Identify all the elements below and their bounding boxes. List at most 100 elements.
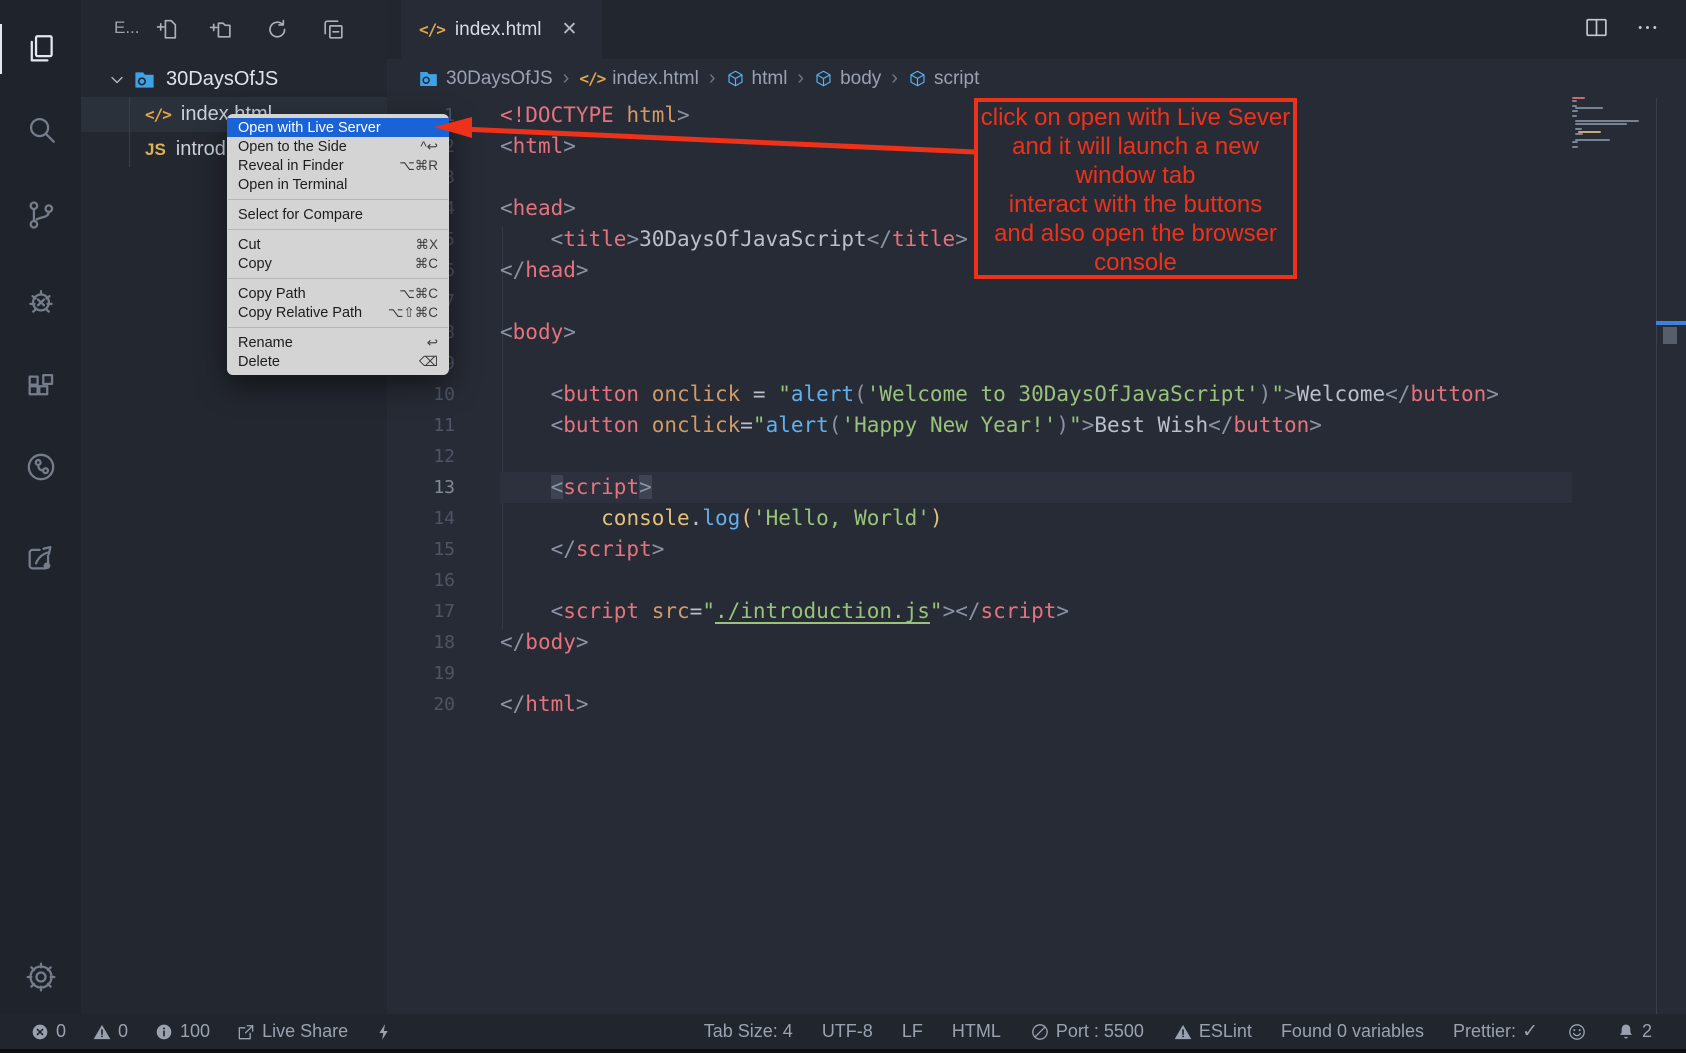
status-tab-size-4[interactable]: Tab Size: 4 [704,1021,793,1042]
minimap-line [1575,123,1627,125]
warning-icon [1173,1022,1193,1042]
breadcrumb-item-html[interactable]: html [726,68,788,90]
activity-bar-item-explorer[interactable] [0,16,81,82]
tab-index-html[interactable]: </> index.html ✕ [401,0,602,59]
status-bolt-icon[interactable] [374,1022,394,1042]
status-html[interactable]: HTML [952,1021,1001,1042]
activity-bar-item-source-control[interactable] [0,182,81,248]
activity-bar-item-debug[interactable] [0,268,81,334]
explorer-icon [24,32,58,66]
tree-item-30DaysOfJS[interactable]: 30DaysOfJS [81,62,387,97]
split-editor-icon[interactable] [1584,15,1609,45]
menu-item-reveal-in-finder[interactable]: Reveal in Finder⌥⌘R [227,156,449,175]
tab-close-icon[interactable]: ✕ [562,18,578,41]
menu-item-shortcut: ↩ [427,335,438,351]
menu-item-open-to-the-side[interactable]: Open to the Side^↩ [227,137,449,156]
menu-item-shortcut: ⌥⇧⌘C [388,305,438,321]
vscode-window: E... 30DaysOfJS</>index.htmlJSintroducti… [0,0,1686,1053]
menu-item-select-for-compare[interactable]: Select for Compare [227,205,449,224]
breadcrumb-item-body[interactable]: body [814,68,881,90]
status-lf[interactable]: LF [902,1021,923,1042]
menu-item-cut[interactable]: Cut⌘X [227,235,449,254]
code-text: </head> [500,255,589,286]
line-number: 19 [387,658,455,689]
code-text: <script> [500,472,652,503]
status-label: 0 [56,1021,66,1042]
status-found-0-variables[interactable]: Found 0 variables [1281,1021,1424,1042]
scrollbar-gutter-line [1656,98,1657,1014]
menu-item-shortcut: ⌥⌘R [399,158,438,174]
new-file-icon[interactable] [155,17,181,43]
status-label: 0 [118,1021,128,1042]
menu-item-shortcut: ⌫ [419,354,438,370]
status-label: Port : 5500 [1056,1021,1144,1042]
code-line-5: 5 <title>30DaysOfJavaScript</title> [387,224,1686,255]
menu-item-open-with-live-server[interactable]: Open with Live Server [227,118,449,137]
breadcrumb-item-index-html[interactable]: </>index.html [579,68,699,90]
status-utf-8[interactable]: UTF-8 [822,1021,873,1042]
line-number: 11 [387,410,455,441]
status-live-share[interactable]: Live Share [236,1021,348,1042]
menu-item-delete[interactable]: Delete⌫ [227,352,449,371]
menu-separator [228,199,448,200]
status-port-5500[interactable]: Port : 5500 [1030,1021,1144,1042]
status-100[interactable]: 100 [154,1021,210,1042]
code-line-8: 8<body> [387,317,1686,348]
smiley-icon [1567,1022,1587,1042]
activity-bar-item-live-share-circle[interactable] [0,434,81,500]
code-editor[interactable]: 1<!DOCTYPE html>2<html>34<head>5 <title>… [387,98,1686,1014]
status-0[interactable]: 0 [92,1021,128,1042]
menu-item-open-in-terminal[interactable]: Open in Terminal [227,175,449,194]
code-line-1: 1<!DOCTYPE html> [387,100,1686,131]
new-folder-icon[interactable] [208,17,234,43]
minimap-line [1572,100,1577,102]
menu-item-copy[interactable]: Copy⌘C [227,254,449,273]
status-prettier[interactable]: Prettier:✓ [1453,1020,1538,1043]
menu-item-rename[interactable]: Rename↩ [227,333,449,352]
js-file-icon: JS [145,140,166,160]
breadcrumb-item-script[interactable]: script [908,68,979,90]
activity-bar-item-settings[interactable] [0,944,81,1010]
status-label: HTML [952,1021,1001,1042]
menu-item-label: Open with Live Server [238,120,381,136]
breadcrumb-item-30DaysOfJS[interactable]: 30DaysOfJS [418,68,553,90]
scrollbar-thumb[interactable] [1663,327,1677,344]
activity-bar-item-publish[interactable] [0,524,81,590]
prohibited-icon [1030,1022,1050,1042]
breadcrumb: 30DaysOfJS›</>index.html›html›body›scrip… [387,59,1686,98]
collapse-all-icon[interactable] [321,17,347,43]
status-2[interactable]: 2 [1616,1021,1652,1042]
more-actions-icon [1635,15,1660,40]
minimap[interactable] [1572,97,1656,157]
live-share-status-icon [236,1022,256,1042]
check-icon: ✓ [1522,1020,1538,1043]
code-line-12: 12 [387,441,1686,472]
menu-item-copy-path[interactable]: Copy Path⌥⌘C [227,284,449,303]
status-label: Live Share [262,1021,348,1042]
refresh-icon [265,17,290,42]
code-text: <button onclick = "alert('Welcome to 30D… [500,379,1499,410]
editor-group: </> index.html ✕ 30DaysOfJS›</>index.htm… [387,0,1686,1014]
status-eslint[interactable]: ESLint [1173,1021,1252,1042]
breadcrumb-label: 30DaysOfJS [446,68,553,90]
code-line-17: 17 <script src="./introduction.js"></scr… [387,596,1686,627]
activity-bar-item-extensions[interactable] [0,354,81,420]
folder-icon [133,68,156,91]
publish-icon [24,540,58,574]
refresh-icon[interactable] [265,17,291,43]
code-line-9: 9 [387,348,1686,379]
more-actions-icon[interactable] [1635,15,1660,45]
new-file-icon [155,17,180,42]
code-line-3: 3 [387,162,1686,193]
line-number: 16 [387,565,455,596]
status-smiley-icon[interactable] [1567,1022,1587,1042]
tree-item-label: 30DaysOfJS [166,68,278,91]
menu-separator [228,327,448,328]
status-label: 100 [180,1021,210,1042]
menu-item-copy-relative-path[interactable]: Copy Relative Path⌥⇧⌘C [227,303,449,322]
bolt-icon [374,1022,394,1042]
activity-bar-item-search[interactable] [0,96,81,162]
code-line-16: 16 [387,565,1686,596]
status-0[interactable]: 0 [30,1021,66,1042]
folder-icon [418,68,439,89]
